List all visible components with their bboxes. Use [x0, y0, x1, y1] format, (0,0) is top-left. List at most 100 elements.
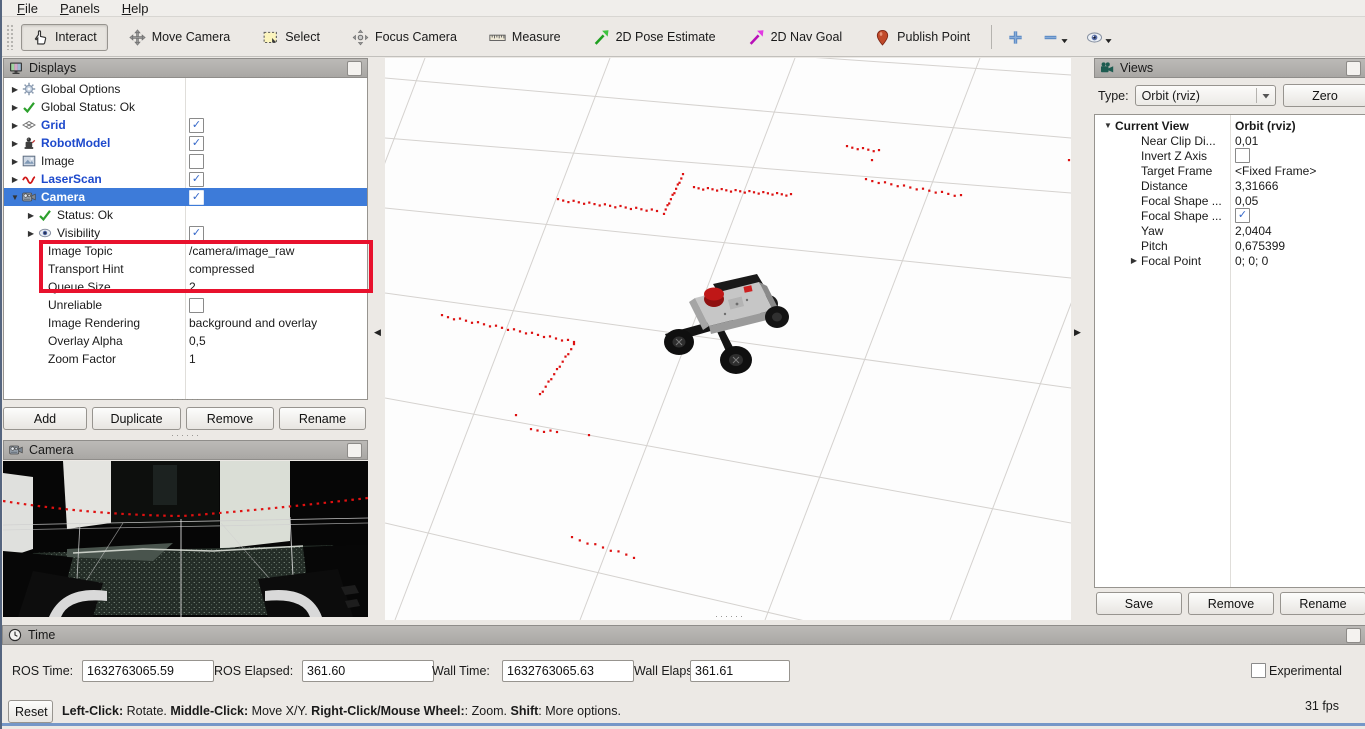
views-save-button[interactable]: Save: [1096, 592, 1182, 615]
visibility-checkbox[interactable]: ✓: [189, 226, 204, 241]
row-value: 0,01: [1235, 134, 1258, 148]
displays-row-camera[interactable]: ▼ Camera ✓: [4, 188, 367, 206]
triangle-right-icon[interactable]: ▶: [8, 121, 22, 130]
splitter-handle[interactable]: ······: [171, 430, 201, 440]
ros-time-input[interactable]: [82, 660, 214, 682]
tool-move-camera[interactable]: Move Camera: [118, 24, 242, 51]
views-row-yaw[interactable]: Yaw2,0404: [1095, 223, 1365, 238]
displays-rename-button[interactable]: Rename: [279, 407, 366, 430]
triangle-right-icon[interactable]: ▶: [8, 157, 22, 166]
robotmodel-checkbox[interactable]: ✓: [189, 136, 204, 151]
views-remove-button[interactable]: Remove: [1188, 592, 1274, 615]
row-label: Zoom Factor: [48, 352, 116, 366]
tool-2d-pose-estimate[interactable]: 2D Pose Estimate: [582, 24, 727, 51]
experimental-checkbox[interactable]: [1251, 663, 1266, 678]
displays-row-laserscan[interactable]: ▶LaserScan✓: [4, 170, 367, 188]
menu-file[interactable]: File: [8, 1, 47, 16]
camera-float-button[interactable]: [347, 443, 362, 458]
viewctl-zoom-in-icon[interactable]: [1002, 26, 1029, 49]
row-label: Camera: [41, 190, 85, 204]
views-row-target-frame[interactable]: Target Frame<Fixed Frame>: [1095, 163, 1365, 178]
displays-row-image-rendering[interactable]: Image Renderingbackground and overlay: [4, 314, 367, 332]
toolbar-grip[interactable]: [6, 24, 13, 50]
tool-measure[interactable]: Measure: [478, 24, 572, 51]
triangle-right-icon[interactable]: ▶: [8, 103, 22, 112]
clock-icon: [8, 628, 22, 642]
toolbar-separator: [991, 25, 992, 49]
displays-row-robotmodel[interactable]: ▶ RobotModel ✓: [4, 134, 367, 152]
triangle-right-icon[interactable]: ▶: [8, 175, 22, 184]
views-row-pitch[interactable]: Pitch0,675399: [1095, 238, 1365, 253]
tool-interact[interactable]: Interact: [21, 24, 108, 51]
displays-panel-titlebar[interactable]: Displays: [3, 58, 368, 78]
displays-remove-button[interactable]: Remove: [186, 407, 274, 430]
displays-row-unreliable[interactable]: Unreliable: [4, 296, 367, 314]
views-row-invert-z-axis[interactable]: Invert Z Axis: [1095, 148, 1365, 163]
views-row-distance[interactable]: Distance3,31666: [1095, 178, 1365, 193]
tool-2d-nav-goal[interactable]: 2D Nav Goal: [737, 24, 854, 51]
camera-panel-titlebar[interactable]: Camera: [3, 440, 368, 460]
splitter-handle[interactable]: ······: [715, 611, 745, 621]
collapse-left-panel-icon[interactable]: ◀: [374, 325, 384, 339]
displays-row-global-status-ok[interactable]: ▶Global Status: Ok: [4, 98, 367, 116]
image-checkbox[interactable]: [189, 154, 204, 169]
unreliable-checkbox[interactable]: [189, 298, 204, 313]
time-float-button[interactable]: [1346, 628, 1361, 643]
displays-row-global-options[interactable]: ▶Global Options: [4, 80, 367, 98]
displays-duplicate-button[interactable]: Duplicate: [92, 407, 181, 430]
wall-elapsed-input[interactable]: [690, 660, 790, 682]
views-float-button[interactable]: [1346, 61, 1361, 76]
tool-focus-camera[interactable]: Focus Camera: [341, 24, 468, 51]
viewctl-eye-icon[interactable]: [1081, 26, 1117, 49]
triangle-right-icon[interactable]: ▶: [8, 139, 22, 148]
views-row-near-clip-di[interactable]: Near Clip Di...0,01: [1095, 133, 1365, 148]
triangle-right-icon[interactable]: ▶: [8, 85, 22, 94]
ros-elapsed-input[interactable]: [302, 660, 434, 682]
views-row-focal-shape[interactable]: Focal Shape ...✓: [1095, 208, 1365, 223]
3d-viewport[interactable]: ······: [385, 58, 1071, 620]
collapse-right-panel-icon[interactable]: ▶: [1074, 325, 1084, 339]
triangle-right-icon[interactable]: ▶: [1127, 256, 1141, 265]
displays-float-button[interactable]: [347, 61, 362, 76]
views-row-current-view[interactable]: ▼Current ViewOrbit (rviz): [1095, 118, 1365, 133]
triangle-down-icon[interactable]: ▼: [1101, 121, 1115, 130]
focal-shape-checkbox[interactable]: ✓: [1235, 208, 1250, 223]
views-row-focal-shape[interactable]: Focal Shape ...0,05: [1095, 193, 1365, 208]
displays-row-overlay-alpha[interactable]: Overlay Alpha0,5: [4, 332, 367, 350]
views-panel-titlebar[interactable]: Views: [1094, 58, 1365, 78]
tool-select[interactable]: Select: [251, 24, 331, 51]
grid-checkbox[interactable]: ✓: [189, 118, 204, 133]
displays-panel: Displays ▶Global Options▶Global Status: …: [3, 58, 368, 620]
reset-button[interactable]: Reset: [8, 700, 53, 723]
zero-button[interactable]: Zero: [1283, 84, 1365, 107]
displays-row-status-ok[interactable]: ▶Status: Ok: [4, 206, 367, 224]
camera-checkbox[interactable]: ✓: [189, 190, 204, 205]
row-value: 0; 0; 0: [1235, 254, 1268, 268]
splitter-handle[interactable]: ······: [171, 394, 201, 404]
gear-icon: [22, 82, 37, 96]
displays-tree: ▶Global Options▶Global Status: Ok▶Grid✓▶…: [3, 78, 368, 400]
displays-row-zoom-factor[interactable]: Zoom Factor1: [4, 350, 367, 368]
menu-help[interactable]: Help: [113, 1, 158, 16]
displays-row-image[interactable]: ▶Image: [4, 152, 367, 170]
invert-z-axis-checkbox[interactable]: [1235, 148, 1250, 163]
robot-model: [664, 274, 789, 374]
time-panel-titlebar[interactable]: Time: [2, 625, 1365, 645]
triangle-down-icon[interactable]: ▼: [8, 193, 22, 202]
views-row-focal-point[interactable]: ▶Focal Point0; 0; 0: [1095, 253, 1365, 268]
views-buttons: Save Remove Rename: [1096, 592, 1365, 615]
view-type-select[interactable]: Orbit (rviz): [1135, 85, 1276, 106]
row-value: 0,675399: [1235, 239, 1285, 253]
row-value: 2,0404: [1235, 224, 1272, 238]
wall-time-input[interactable]: [502, 660, 634, 682]
row-label: RobotModel: [41, 136, 110, 150]
triangle-right-icon[interactable]: ▶: [24, 211, 38, 220]
tool-publish-point[interactable]: Publish Point: [863, 24, 981, 51]
laserscan-checkbox[interactable]: ✓: [189, 172, 204, 187]
displays-add-button[interactable]: Add: [3, 407, 87, 430]
triangle-right-icon[interactable]: ▶: [24, 229, 38, 238]
displays-row-grid[interactable]: ▶Grid✓: [4, 116, 367, 134]
menu-panels[interactable]: Panels: [51, 1, 109, 16]
views-rename-button[interactable]: Rename: [1280, 592, 1365, 615]
viewctl-zoom-out-icon[interactable]: [1037, 26, 1073, 49]
